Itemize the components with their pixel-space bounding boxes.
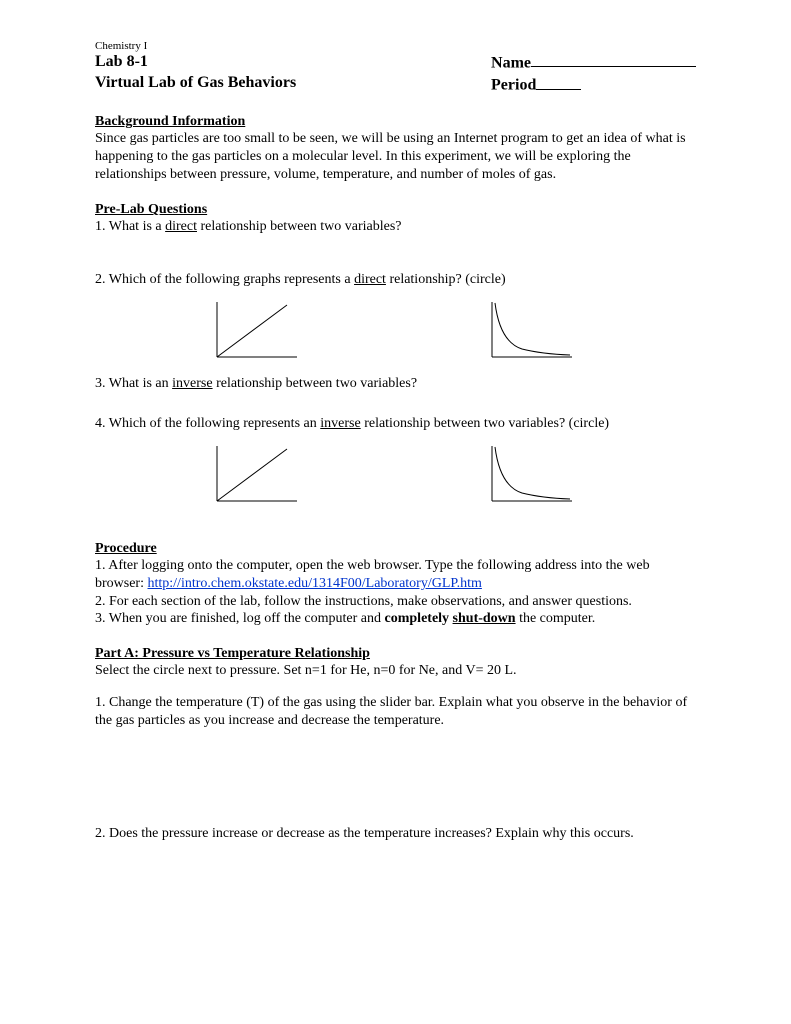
q3-prefix: 3. What is an bbox=[95, 376, 172, 391]
inverse-graph-icon[interactable] bbox=[482, 441, 582, 511]
spacer bbox=[95, 393, 696, 415]
q4-suffix: relationship between two variables? (cir… bbox=[361, 416, 609, 431]
procedure-step3: 3. When you are finished, log off the co… bbox=[95, 610, 696, 628]
lab-title: Virtual Lab of Gas Behaviors bbox=[95, 73, 296, 94]
graphs-row-2 bbox=[207, 441, 696, 511]
q2-underlined: direct bbox=[354, 272, 386, 287]
graphs-row-1 bbox=[207, 297, 696, 367]
period-blank[interactable] bbox=[536, 74, 581, 89]
q4-underlined: inverse bbox=[320, 416, 360, 431]
direct-graph-icon[interactable] bbox=[207, 441, 307, 511]
background-text: Since gas particles are too small to be … bbox=[95, 130, 696, 184]
name-blank[interactable] bbox=[531, 52, 696, 67]
procedure-step2: 2. For each section of the lab, follow t… bbox=[95, 593, 696, 611]
background-title: Background Information bbox=[95, 114, 696, 130]
spacer bbox=[95, 236, 696, 271]
name-field-row: Name bbox=[491, 52, 696, 74]
step3-prefix: 3. When you are finished, log off the co… bbox=[95, 611, 385, 626]
q4-prefix: 4. Which of the following represents an bbox=[95, 416, 320, 431]
name-period-block: Name Period bbox=[491, 52, 696, 96]
procedure-title: Procedure bbox=[95, 541, 696, 557]
prelab-q4: 4. Which of the following represents an … bbox=[95, 415, 696, 433]
q3-suffix: relationship between two variables? bbox=[213, 376, 417, 391]
step3-boldunder: shut-down bbox=[453, 611, 516, 626]
title-row: Lab 8-1 Virtual Lab of Gas Behaviors Nam… bbox=[95, 52, 696, 96]
procedure-step1: 1. After logging onto the computer, open… bbox=[95, 557, 696, 593]
spacer bbox=[95, 730, 696, 825]
partA-q1: 1. Change the temperature (T) of the gas… bbox=[95, 694, 696, 730]
period-label: Period bbox=[491, 77, 536, 94]
course-name: Chemistry I bbox=[95, 40, 696, 52]
inverse-graph-icon[interactable] bbox=[482, 297, 582, 367]
q1-underlined: direct bbox=[165, 219, 197, 234]
prelab-title: Pre-Lab Questions bbox=[95, 202, 696, 218]
prelab-q2: 2. Which of the following graphs represe… bbox=[95, 271, 696, 289]
q2-suffix: relationship? (circle) bbox=[386, 272, 506, 287]
spacer bbox=[95, 680, 696, 694]
q3-underlined: inverse bbox=[172, 376, 212, 391]
procedure-link[interactable]: http://intro.chem.okstate.edu/1314F00/La… bbox=[148, 576, 482, 591]
direct-graph-icon[interactable] bbox=[207, 297, 307, 367]
partA-title: Part A: Pressure vs Temperature Relation… bbox=[95, 646, 696, 662]
q1-suffix: relationship between two variables? bbox=[197, 219, 401, 234]
step3-suffix: the computer. bbox=[516, 611, 596, 626]
prelab-q3: 3. What is an inverse relationship betwe… bbox=[95, 375, 696, 393]
period-field-row: Period bbox=[491, 74, 696, 96]
document-page: Chemistry I Lab 8-1 Virtual Lab of Gas B… bbox=[0, 0, 791, 1024]
partA-instructions: Select the circle next to pressure. Set … bbox=[95, 662, 696, 680]
prelab-q1: 1. What is a direct relationship between… bbox=[95, 218, 696, 236]
lab-title-block: Lab 8-1 Virtual Lab of Gas Behaviors bbox=[95, 52, 296, 96]
q1-prefix: 1. What is a bbox=[95, 219, 165, 234]
name-label: Name bbox=[491, 54, 531, 71]
partA-q2: 2. Does the pressure increase or decreas… bbox=[95, 825, 696, 843]
spacer bbox=[95, 519, 696, 529]
q2-prefix: 2. Which of the following graphs represe… bbox=[95, 272, 354, 287]
lab-number: Lab 8-1 bbox=[95, 52, 296, 73]
step3-bold: completely bbox=[385, 611, 453, 626]
